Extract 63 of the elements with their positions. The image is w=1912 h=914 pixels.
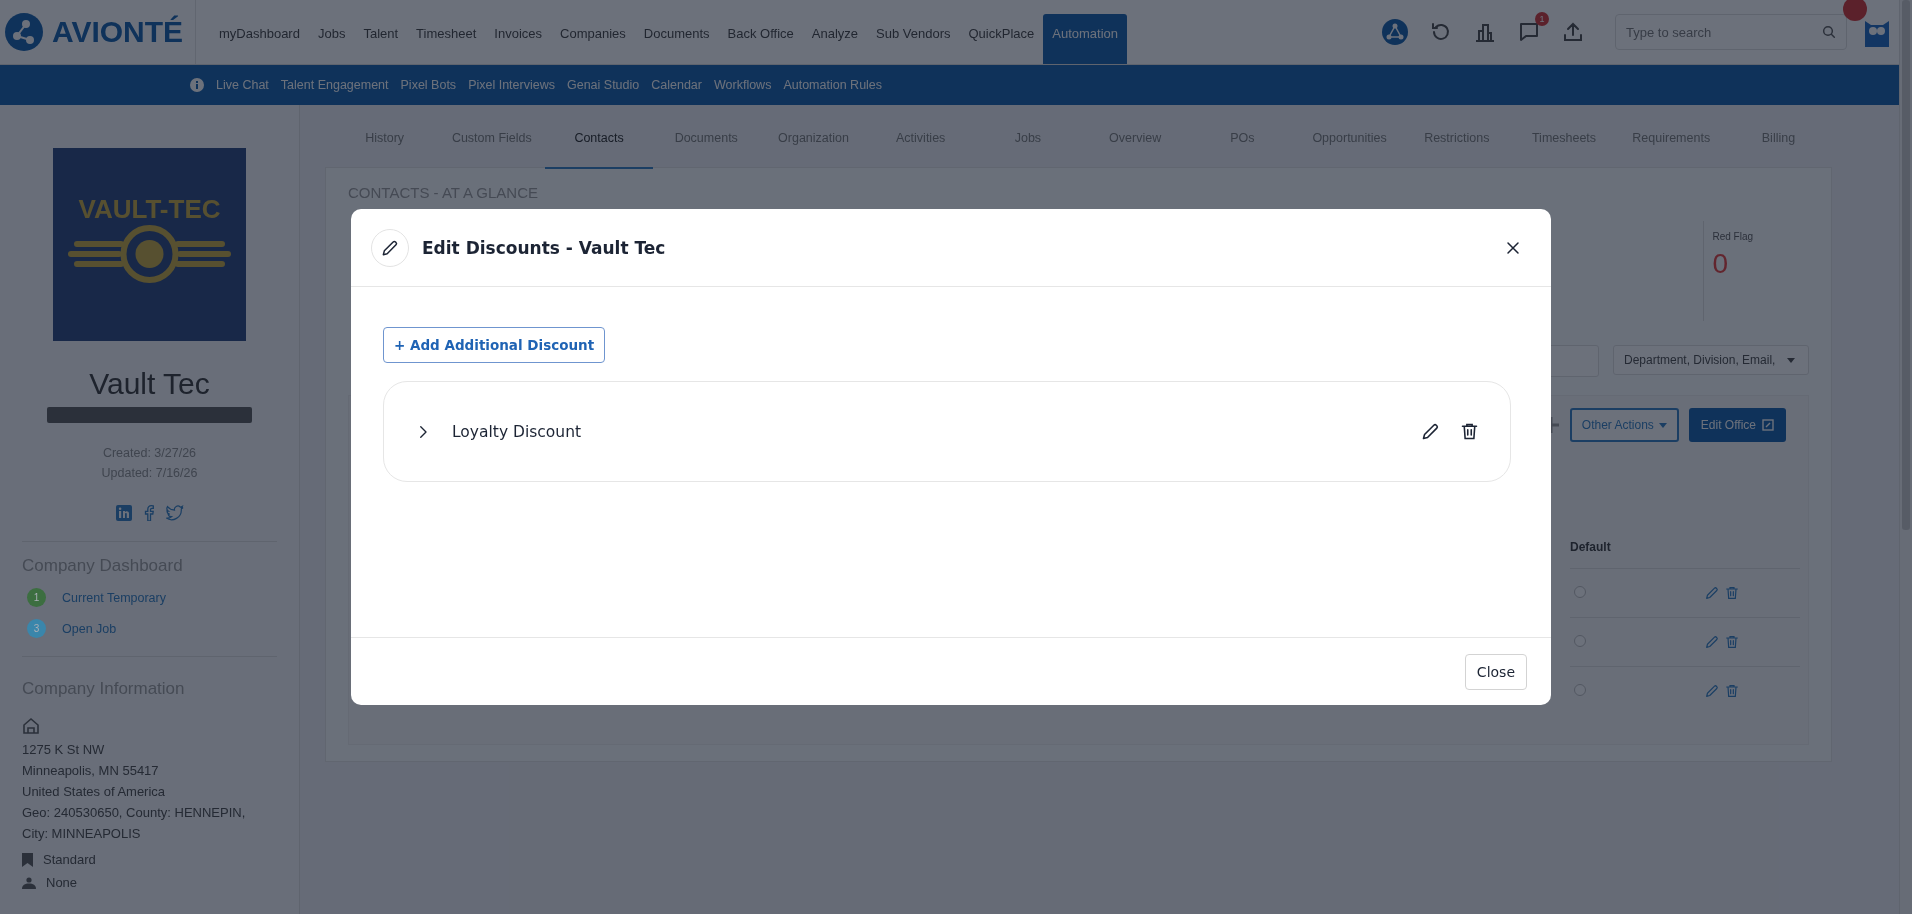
chat-icon[interactable]	[1517, 20, 1541, 44]
nav-tab[interactable]: Jobs	[308, 14, 355, 64]
radio-button[interactable]	[1574, 586, 1586, 598]
stat-value: 0	[1712, 248, 1729, 280]
stat-label: Red Flag	[1712, 231, 1753, 242]
facebook-icon[interactable]	[143, 505, 154, 521]
address-line: 1275 K St NW	[22, 741, 106, 759]
nav-tab[interactable]: Companies	[551, 14, 635, 64]
address-line: City: MINNEAPOLIS	[22, 825, 142, 843]
other-actions-button[interactable]: Other Actions	[1569, 408, 1679, 442]
column-header: Default	[1570, 540, 1639, 569]
subnav-link[interactable]: Live Chat	[216, 78, 269, 92]
count-badge: 3	[27, 619, 46, 638]
nav-tab[interactable]: QuickPlace	[959, 14, 1044, 64]
nav-tab[interactable]: Sub Vendors	[867, 14, 960, 64]
address-line: United States of America	[22, 783, 167, 801]
nav-tab[interactable]: Timesheet	[407, 14, 486, 64]
network-icon[interactable]	[1381, 18, 1409, 46]
count-badge: 1	[27, 588, 46, 607]
nav-tab[interactable]: Talent	[354, 14, 408, 64]
subnav-link[interactable]: Talent Engagement	[280, 78, 389, 92]
edit-office-button[interactable]: Edit Office	[1688, 408, 1786, 442]
nav-tab[interactable]: Automation	[1043, 14, 1127, 64]
house-icon	[22, 717, 40, 735]
subnav-link[interactable]: Calendar	[651, 78, 702, 92]
filter-dropdown[interactable]: Department, Division, Email,	[1613, 345, 1809, 375]
info-icon	[190, 78, 204, 92]
status-dot	[1843, 0, 1867, 21]
nav-tab[interactable]: myDashboard	[210, 14, 309, 64]
edit-icon[interactable]	[1420, 421, 1441, 442]
linkedin-icon[interactable]	[115, 505, 132, 521]
upload-icon[interactable]	[1561, 20, 1585, 44]
subnav-link[interactable]: Pixel Bots	[400, 78, 457, 92]
nav-tab[interactable]: Back Office	[718, 14, 803, 64]
modal-title: Edit Discounts - Vault Tec	[422, 237, 667, 258]
address-line: Minneapolis, MN 55417	[22, 762, 160, 780]
subnav-link[interactable]: Workflows	[714, 78, 772, 92]
detail-text: Standard	[43, 852, 96, 867]
person-icon	[22, 876, 36, 889]
nav-tab[interactable]: Analyze	[802, 14, 868, 64]
company-name: Vault Tec	[89, 367, 210, 401]
radio-button[interactable]	[1574, 684, 1586, 696]
nav-tab[interactable]: Invoices	[485, 14, 552, 64]
dashboard-link[interactable]: Current Temporary	[62, 590, 166, 605]
notification-badge: 1	[1535, 12, 1549, 26]
delete-icon[interactable]	[1459, 421, 1480, 442]
detail-text: None	[46, 875, 78, 890]
address-line: Geo: 240530650, County: HENNEPIN,	[22, 804, 247, 822]
logo-icon[interactable]	[4, 12, 44, 52]
brand-logo[interactable]: AVIONTÉ	[52, 15, 184, 49]
subnav-link[interactable]: Pixel Interviews	[468, 78, 555, 92]
edit-square-icon	[1762, 419, 1774, 431]
radio-button[interactable]	[1574, 635, 1586, 647]
subnav-link[interactable]: Genai Studio	[566, 78, 640, 92]
twitter-icon[interactable]	[165, 505, 184, 521]
subnav-link[interactable]: Automation Rules	[783, 78, 883, 92]
dashboard-link[interactable]: Open Job	[62, 621, 117, 636]
nav-tab[interactable]: Documents	[634, 14, 719, 64]
add-discount-button[interactable]: + Add Additional Discount	[383, 327, 606, 363]
bookmark-icon	[22, 852, 33, 867]
scrollbar[interactable]	[1899, 0, 1912, 914]
discount-name: Loyalty Discount	[452, 422, 583, 441]
close-button[interactable]: Close	[1464, 653, 1527, 690]
